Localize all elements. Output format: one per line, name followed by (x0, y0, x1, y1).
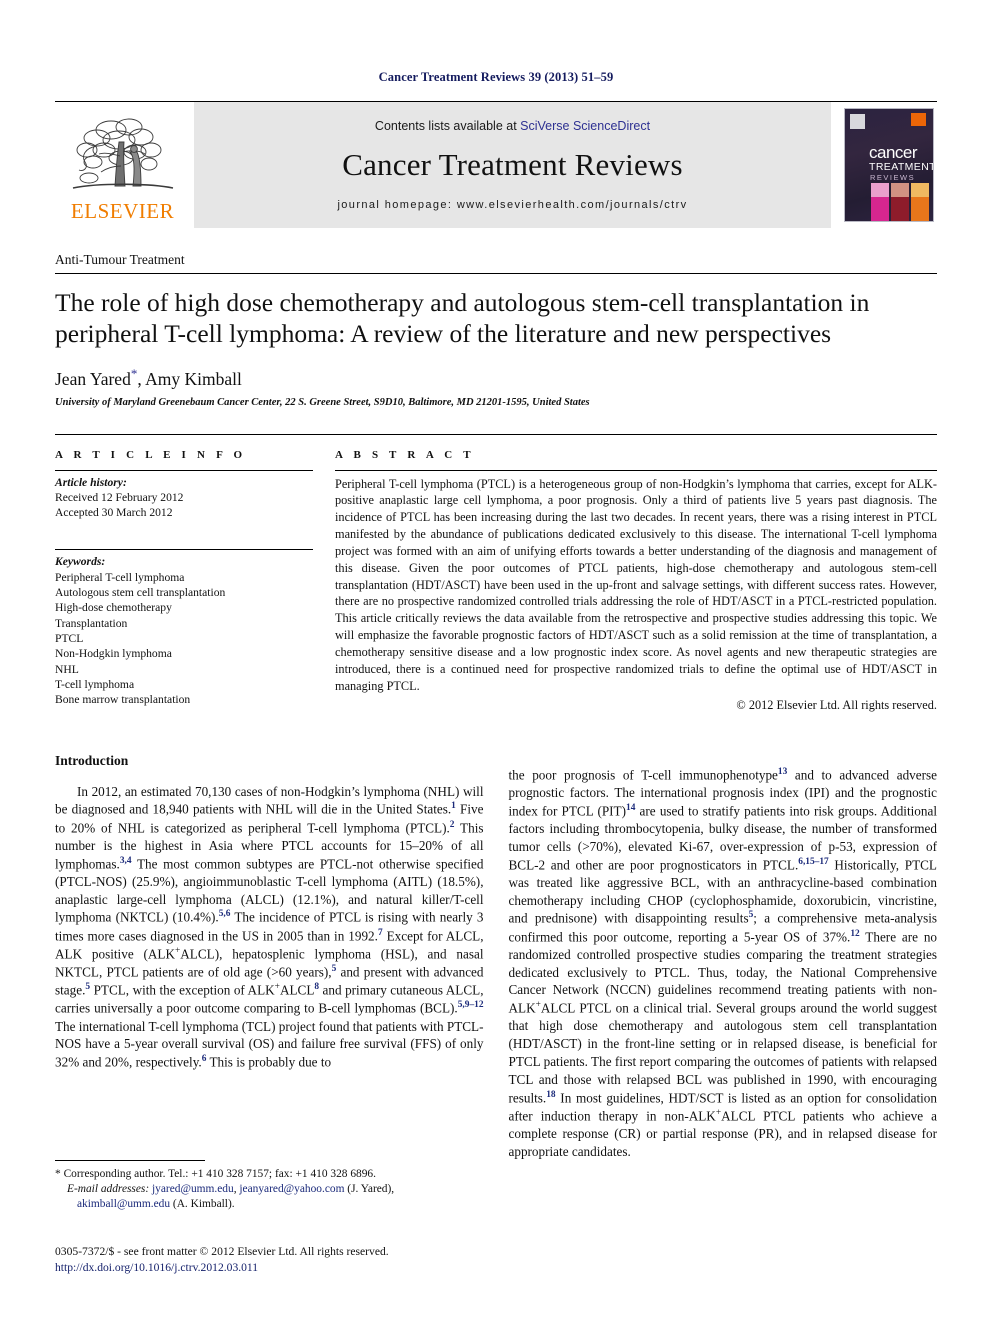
keyword-item: T-cell lymphoma (55, 677, 135, 691)
introduction-heading: Introduction (55, 752, 129, 768)
cover-image: cancer TREATMENT REVIEWS (845, 109, 933, 221)
journal-cover-thumbnail: cancer TREATMENT REVIEWS (841, 102, 937, 228)
front-matter-line: 0305-7372/$ - see front matter © 2012 El… (55, 1245, 389, 1258)
text-run: In 2012, an estimated 70,130 cases of no… (55, 783, 484, 817)
keyword-item: Peripheral T-cell lymphoma (55, 570, 185, 584)
intro-paragraph-left: In 2012, an estimated 70,130 cases of no… (55, 783, 484, 1072)
page-title: The role of high dose chemotherapy and a… (55, 288, 870, 349)
keywords-block: Keywords: Peripheral T-cell lymphoma Aut… (55, 550, 313, 707)
footnote-block: * Corresponding author. Tel.: +1 410 328… (55, 1160, 485, 1212)
cover-title-line3: REVIEWS (870, 173, 916, 182)
author-first: Jean Yared (55, 368, 131, 389)
article-received: Received 12 February 2012 (55, 490, 184, 504)
running-head: Cancer Treatment Reviews 39 (2013) 51–59 (378, 70, 614, 84)
cover-swatch-orange (911, 183, 929, 221)
article-info-column: A R T I C L E I N F O Article history: R… (55, 449, 313, 713)
article-info-heading: A R T I C L E I N F O (55, 448, 247, 461)
journal-homepage[interactable]: journal homepage: www.elsevierhealth.com… (337, 199, 687, 211)
text-run: the poor prognosis of T-cell immunopheno… (508, 767, 778, 783)
footnote-text: * Corresponding author. Tel.: +1 410 328… (55, 1167, 485, 1212)
abstract-text: Peripheral T-cell lymphoma (PTCL) is a h… (335, 476, 937, 693)
keyword-item: Autologous stem cell transplantation (55, 586, 226, 600)
text-run: This is probably due to (206, 1054, 332, 1070)
cover-orange-block (911, 113, 926, 126)
imprint-block: 0305-7372/$ - see front matter © 2012 El… (55, 1244, 389, 1276)
elsevier-tree-icon (72, 118, 173, 189)
keyword-item: NHL (55, 662, 79, 676)
text-run: (J. Yared), (344, 1183, 395, 1196)
text-run: PTCL, with the exception of ALK (90, 982, 275, 998)
cover-title-line2: TREATMENT (869, 161, 933, 173)
cover-swatch-magenta (871, 183, 889, 221)
contents-prefix: Contents lists available at (374, 119, 521, 133)
abstract-column: A B S T R A C T Peripheral T-cell lympho… (335, 449, 937, 713)
footnote-marker: * (55, 1168, 61, 1180)
body-columns: Introduction In 2012, an estimated 70,13… (55, 753, 937, 1174)
ref-marker[interactable]: 12 (850, 929, 859, 939)
journal-title: Cancer Treatment Reviews (342, 147, 683, 182)
ref-marker[interactable]: 5,9–12 (458, 1000, 484, 1010)
affiliation: University of Maryland Greenebaum Cancer… (55, 396, 590, 408)
article-accepted: Accepted 30 March 2012 (55, 506, 173, 520)
cover-title-line1: cancer (869, 143, 918, 162)
corresponding-author-contact: Corresponding author. Tel.: +1 410 328 7… (63, 1168, 376, 1180)
text-run: ALCL (279, 982, 315, 998)
journal-banner: Contents lists available at SciVerse Sci… (194, 102, 831, 228)
body-column-right: the poor prognosis of T-cell immunopheno… (509, 753, 938, 1174)
email-link-jyared[interactable]: jyared@umm.edu (152, 1183, 234, 1195)
elsevier-wordmark: ELSEVIER (70, 199, 175, 223)
article-history: Article history: Received 12 February 20… (55, 471, 313, 521)
author-list: Jean Yared*, Amy Kimball (55, 366, 937, 390)
email-link-jeanyared[interactable]: jeanyared@yahoo.com (239, 1183, 344, 1195)
author-second: , Amy Kimball (137, 368, 242, 389)
article-section-label: Anti-Tumour Treatment (55, 252, 937, 274)
body-column-left: Introduction In 2012, an estimated 70,13… (55, 753, 484, 1174)
ref-marker[interactable]: 18 (546, 1090, 555, 1100)
keyword-item: PTCL (55, 631, 84, 645)
email-addresses-label: E-mail addresses: (67, 1183, 150, 1196)
ref-marker[interactable]: 3,4 (120, 856, 132, 866)
email-addresses-note: E-mail addresses: jyared@umm.edu, jeanya… (55, 1182, 485, 1212)
info-abstract-block: A R T I C L E I N F O Article history: R… (55, 433, 937, 713)
ref-marker[interactable]: 14 (626, 803, 635, 813)
paper-page: Cancer Treatment Reviews 39 (2013) 51–59 (0, 0, 992, 1323)
abstract-copyright: © 2012 Elsevier Ltd. All rights reserved… (736, 697, 937, 712)
email-link-akimball[interactable]: akimball@umm.edu (77, 1198, 170, 1210)
keywords-label: Keywords: (55, 555, 106, 569)
keyword-item: Non-Hodgkin lymphoma (55, 647, 172, 661)
keyword-item: Transplantation (55, 616, 128, 630)
intro-paragraph-right: the poor prognosis of T-cell immunopheno… (509, 766, 938, 1161)
footnote-rule (55, 1160, 205, 1161)
elsevier-logo: ELSEVIER (55, 102, 190, 228)
sciencedirect-link[interactable]: SciVerse ScienceDirect (520, 119, 650, 133)
cover-elsevier-mark-icon (850, 114, 865, 129)
cover-swatch-darkred (891, 183, 909, 221)
corresponding-author-note: * Corresponding author. Tel.: +1 410 328… (55, 1167, 485, 1182)
doi-link[interactable]: http://dx.doi.org/10.1016/j.ctrv.2012.03… (55, 1261, 258, 1274)
contents-available-line: Contents lists available at SciVerse Sci… (375, 119, 650, 133)
keyword-item: Bone marrow transplantation (55, 693, 191, 707)
ref-marker[interactable]: 6,15–17 (798, 857, 828, 867)
ref-marker[interactable]: 5,6 (219, 909, 231, 919)
text-run: (A. Kimball). (170, 1198, 235, 1211)
article-history-label: Article history: (55, 475, 127, 489)
journal-masthead: ELSEVIER Contents lists available at Sci… (55, 101, 937, 228)
abstract-heading: A B S T R A C T (335, 448, 475, 461)
keyword-item: High-dose chemotherapy (55, 601, 172, 615)
ref-marker[interactable]: 13 (778, 767, 787, 777)
